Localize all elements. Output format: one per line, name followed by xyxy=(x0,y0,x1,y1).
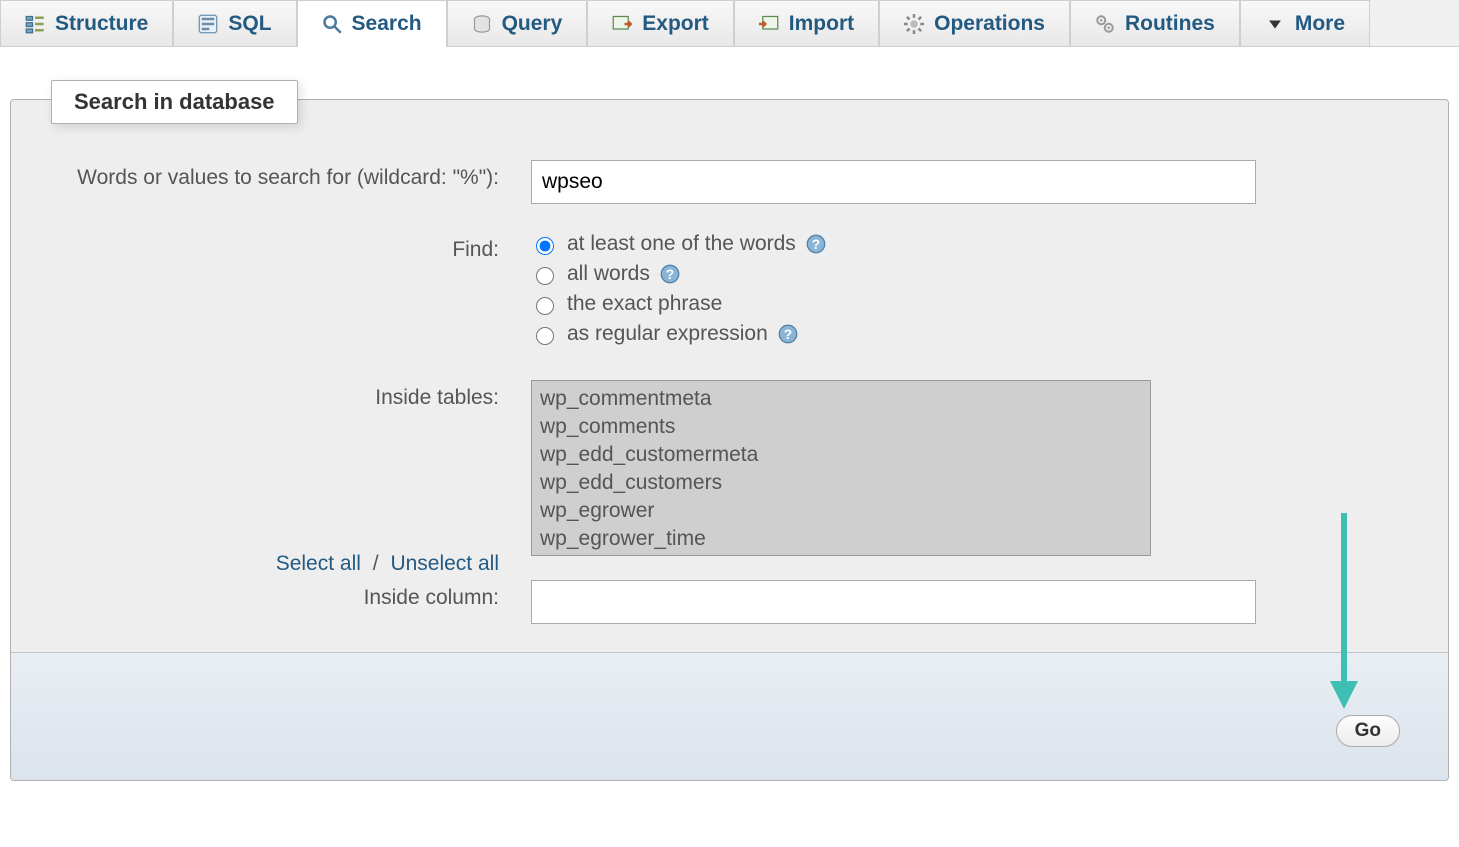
row-find: Find: at least one of the words ? all wo… xyxy=(51,232,1408,352)
search-icon xyxy=(322,14,342,34)
tab-export[interactable]: Export xyxy=(587,0,734,46)
tab-label: Structure xyxy=(55,12,148,36)
search-input[interactable] xyxy=(531,160,1256,204)
table-option[interactable]: wp_comments xyxy=(540,413,1150,441)
radio-label: the exact phrase xyxy=(567,292,722,316)
row-inside-column: Inside column: xyxy=(51,580,1408,624)
tab-more[interactable]: More xyxy=(1240,0,1370,46)
page-body: Search in database Words or values to se… xyxy=(0,47,1459,781)
help-icon[interactable]: ? xyxy=(806,234,826,254)
table-option[interactable]: wp_commentmeta xyxy=(540,385,1150,413)
tab-label: SQL xyxy=(228,12,271,36)
row-search-for: Words or values to search for (wildcard:… xyxy=(51,160,1408,204)
table-option[interactable]: wp_edd_customers xyxy=(540,469,1150,497)
tab-structure[interactable]: Structure xyxy=(0,0,173,46)
radio-at-least-one[interactable]: at least one of the words ? xyxy=(531,232,1256,256)
tab-routines[interactable]: Routines xyxy=(1070,0,1240,46)
tables-multiselect[interactable]: wp_commentmeta wp_comments wp_edd_custom… xyxy=(531,380,1151,556)
help-icon[interactable]: ? xyxy=(778,324,798,344)
table-option[interactable]: wp_edd_customermeta xyxy=(540,441,1150,469)
tab-query[interactable]: Query xyxy=(447,0,588,46)
operations-icon xyxy=(904,14,924,34)
label-find: Find: xyxy=(51,232,531,262)
radio-label: at least one of the words xyxy=(567,232,796,256)
sql-icon xyxy=(198,14,218,34)
radio-exact-phrase[interactable]: the exact phrase xyxy=(531,292,1256,316)
radio-label: as regular expression xyxy=(567,322,768,346)
structure-icon xyxy=(25,14,45,34)
inside-column-input[interactable] xyxy=(531,580,1256,624)
row-select-links: Select all / Unselect all xyxy=(51,560,1408,576)
tab-label: Operations xyxy=(934,12,1045,36)
select-all-link[interactable]: Select all xyxy=(276,552,361,575)
label-inside-column: Inside column: xyxy=(51,580,531,610)
go-button[interactable]: Go xyxy=(1336,715,1400,747)
tab-label: More xyxy=(1295,12,1345,36)
link-separator: / xyxy=(373,552,379,575)
unselect-all-link[interactable]: Unselect all xyxy=(390,552,499,575)
query-icon xyxy=(472,14,492,34)
radio-exact-phrase-input[interactable] xyxy=(536,297,554,315)
fieldset-footer: Go xyxy=(11,652,1448,780)
row-inside-tables: Inside tables: wp_commentmeta wp_comment… xyxy=(51,380,1408,556)
routines-icon xyxy=(1095,14,1115,34)
table-option[interactable]: wp_egrower xyxy=(540,497,1150,525)
radio-label: all words xyxy=(567,262,650,286)
import-icon xyxy=(759,14,779,34)
label-search-for: Words or values to search for (wildcard:… xyxy=(51,160,531,190)
label-inside-tables: Inside tables: xyxy=(51,380,531,410)
help-icon[interactable]: ? xyxy=(660,264,680,284)
radio-as-regex[interactable]: as regular expression ? xyxy=(531,322,1256,346)
tab-label: Export xyxy=(642,12,709,36)
radio-as-regex-input[interactable] xyxy=(536,327,554,345)
tab-label: Search xyxy=(352,12,422,36)
table-option[interactable]: wp_egrower_time xyxy=(540,525,1150,553)
search-fieldset: Search in database Words or values to se… xyxy=(10,99,1449,781)
radio-at-least-one-input[interactable] xyxy=(536,237,554,255)
svg-text:?: ? xyxy=(812,237,820,252)
svg-text:?: ? xyxy=(784,327,792,342)
tab-sql[interactable]: SQL xyxy=(173,0,296,46)
tab-search[interactable]: Search xyxy=(297,0,447,46)
fieldset-legend: Search in database xyxy=(51,80,298,124)
tab-import[interactable]: Import xyxy=(734,0,879,46)
export-icon xyxy=(612,14,632,34)
tab-label: Import xyxy=(789,12,854,36)
tab-label: Routines xyxy=(1125,12,1215,36)
svg-text:?: ? xyxy=(666,267,674,282)
tab-label: Query xyxy=(502,12,563,36)
radio-all-words[interactable]: all words ? xyxy=(531,262,1256,286)
tab-operations[interactable]: Operations xyxy=(879,0,1070,46)
top-tab-bar: Structure SQL Search Query Export Import xyxy=(0,0,1459,47)
radio-all-words-input[interactable] xyxy=(536,267,554,285)
dropdown-triangle-icon xyxy=(1265,14,1285,34)
